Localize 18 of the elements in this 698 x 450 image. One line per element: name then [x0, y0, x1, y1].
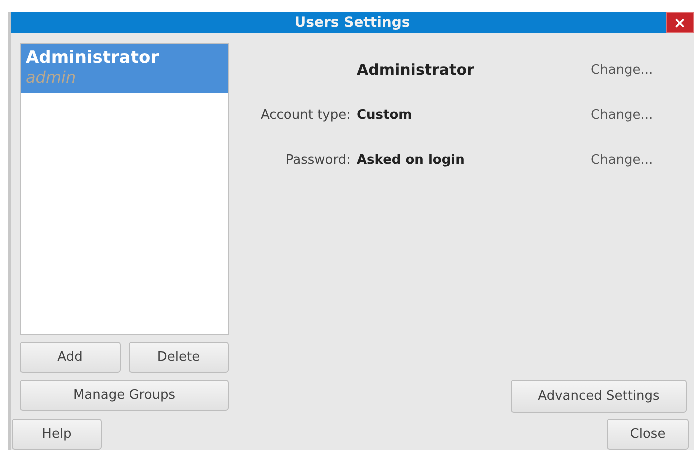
user-full-name: Administrator [357, 60, 476, 81]
manage-groups-button[interactable]: Manage Groups [20, 380, 229, 411]
delete-button[interactable]: Delete [128, 342, 229, 373]
field-value: Asked on login [357, 152, 466, 170]
help-button[interactable]: Help [12, 419, 102, 450]
user-name: Administrator [26, 48, 160, 68]
field-label: Account type: [260, 107, 351, 125]
change-link[interactable]: Change... [591, 47, 687, 93]
field-label: Password: [284, 152, 351, 170]
change-link[interactable]: Change... [591, 93, 687, 138]
user-login: admin [26, 68, 78, 87]
advanced-settings-button[interactable]: Advanced Settings [511, 380, 687, 413]
field-value: Custom [357, 107, 414, 125]
close-button[interactable]: Close [607, 419, 689, 450]
window-title: Users Settings [294, 14, 410, 30]
close-button[interactable]: × [666, 12, 694, 33]
add-button[interactable]: Add [20, 342, 120, 373]
change-link[interactable]: Change... [591, 138, 687, 183]
